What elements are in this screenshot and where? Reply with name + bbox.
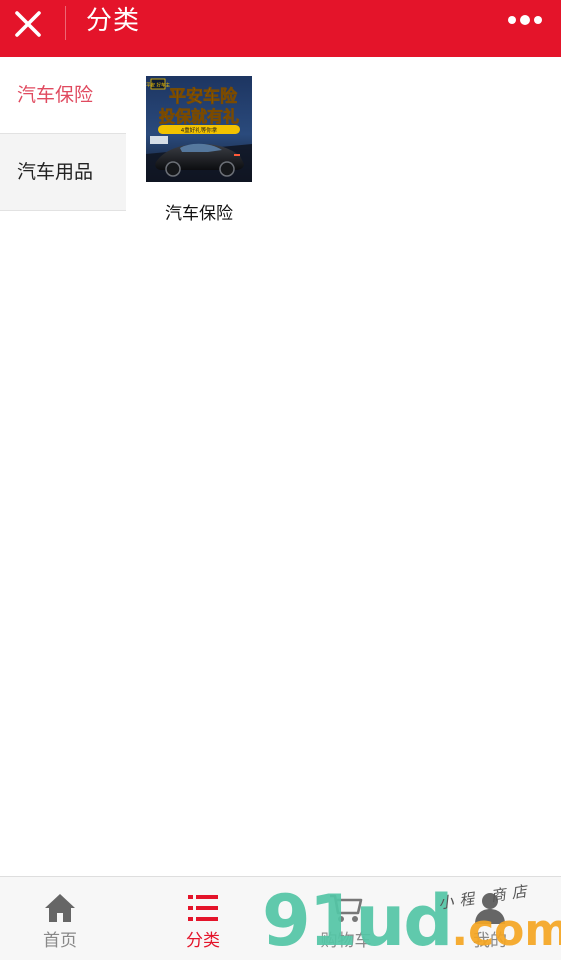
close-icon: [15, 11, 41, 37]
thumb-badge-text: 平安 好车主: [146, 82, 170, 89]
list-icon: [188, 895, 218, 921]
sidebar-item-label: 汽车用品: [17, 161, 94, 183]
product-grid: 平安 好车主 平安车险 投保就有礼 4重好礼等你拿 汽车保险: [126, 57, 561, 877]
product-thumbnail: 平安 好车主 平安车险 投保就有礼 4重好礼等你拿: [146, 76, 252, 182]
thumb-headline-1: 平安车险: [169, 86, 238, 107]
tab-label: 分类: [186, 931, 220, 951]
close-button[interactable]: [8, 6, 48, 46]
more-dot-icon: [508, 16, 516, 24]
tab-label: 购物车: [320, 931, 372, 951]
page-title: 分类: [86, 6, 141, 36]
sidebar-item-label: 汽车保险: [17, 84, 94, 106]
tab-category[interactable]: 分类: [133, 877, 273, 961]
cart-icon: [330, 894, 363, 922]
more-button[interactable]: [503, 8, 543, 34]
more-dot-icon: [534, 16, 542, 24]
nav-header: 分类: [0, 0, 561, 57]
header-divider: [65, 6, 66, 40]
tab-cart[interactable]: 购物车: [276, 877, 416, 961]
sidebar-item-car-supplies[interactable]: 汽车用品: [0, 134, 126, 211]
thumb-ribbon-text: 4重好礼等你拿: [181, 126, 218, 134]
tab-home[interactable]: 首页: [0, 877, 130, 961]
more-dot-icon: [520, 15, 530, 25]
category-sidebar: 汽车保险 汽车用品: [0, 57, 126, 877]
tab-label: 我的: [473, 931, 507, 951]
tab-label: 首页: [43, 931, 77, 951]
sidebar-item-car-insurance[interactable]: 汽车保险: [0, 57, 126, 134]
user-icon: [475, 893, 505, 924]
thumb-headline-2: 投保就有礼: [159, 107, 239, 126]
tab-mine[interactable]: 我的: [420, 877, 560, 961]
bottom-tab-bar: 首页 分类 购物车 我的: [0, 876, 561, 960]
product-name: 汽车保险: [165, 204, 233, 224]
product-card-car-insurance[interactable]: 平安 好车主 平安车险 投保就有礼 4重好礼等你拿 汽车保险: [146, 76, 252, 224]
home-icon: [45, 894, 75, 922]
